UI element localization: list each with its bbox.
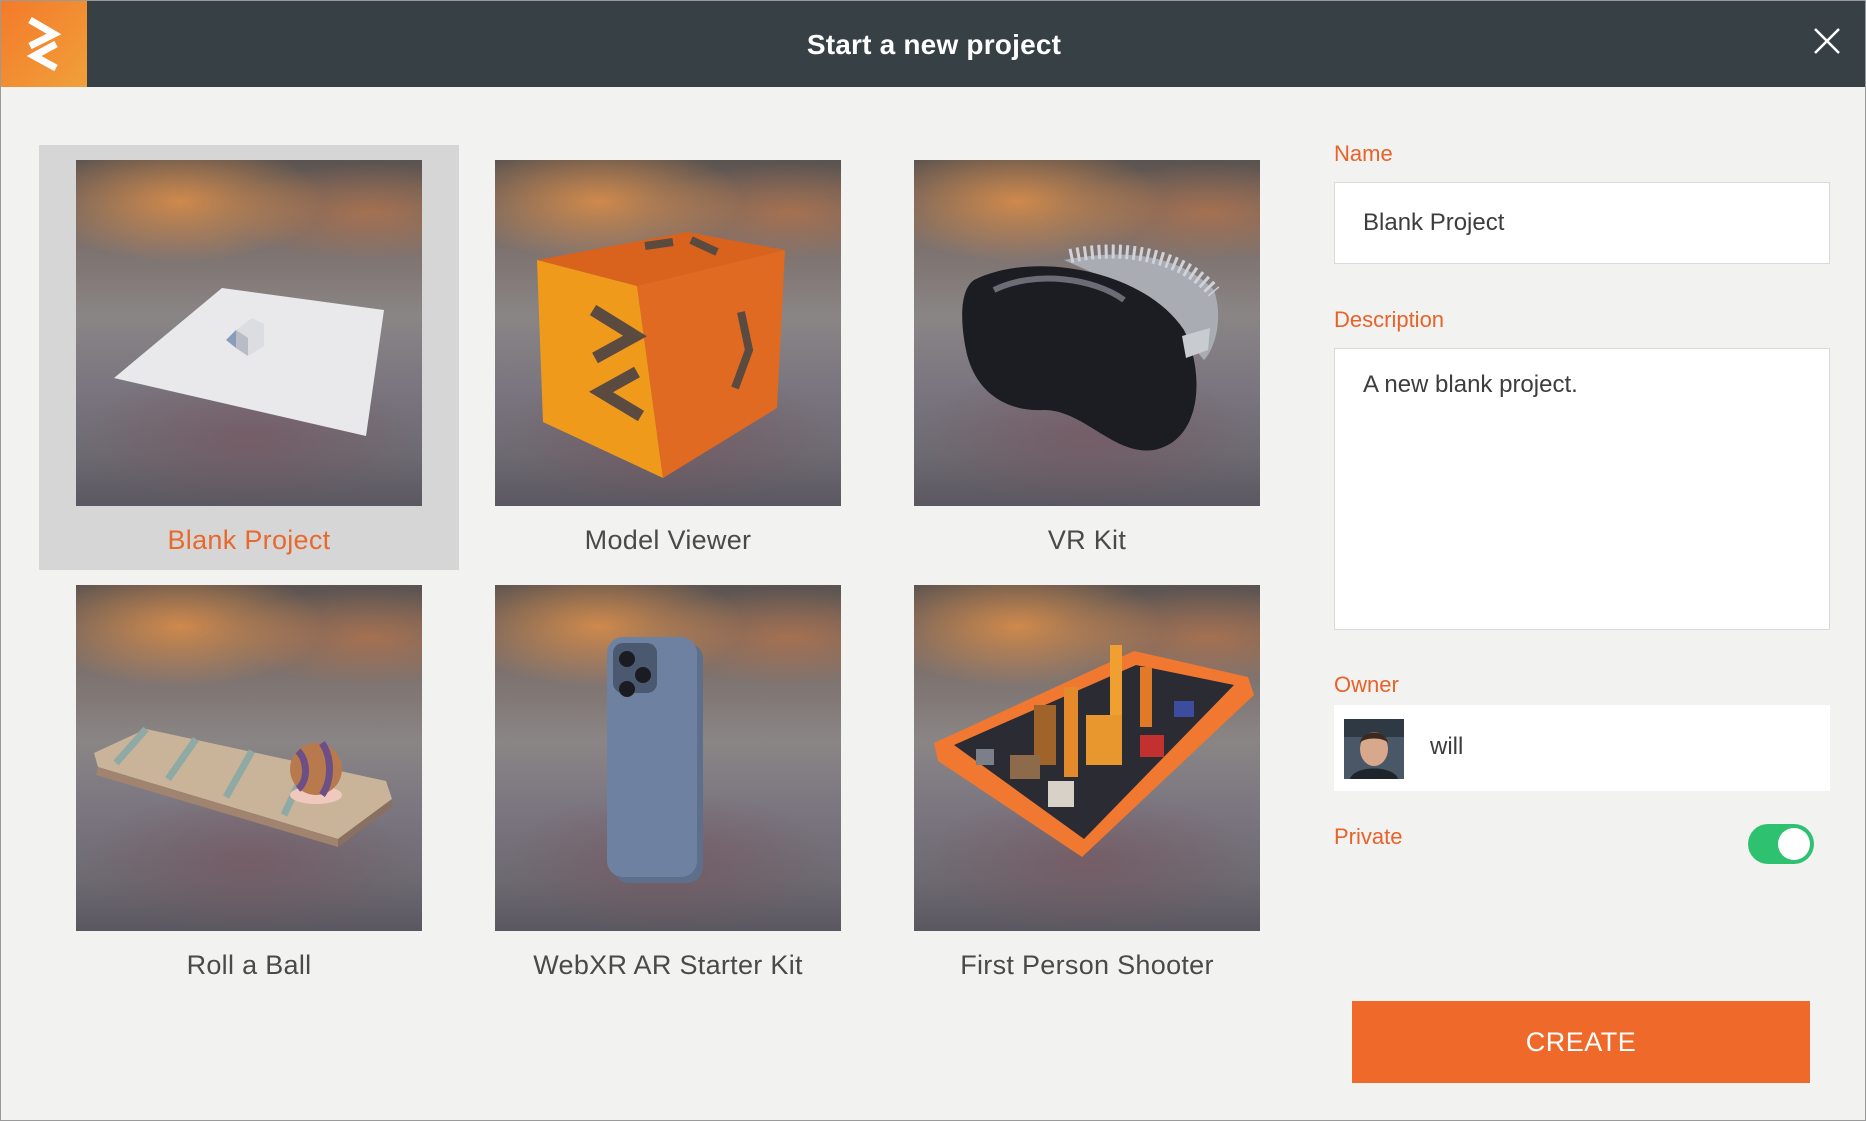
close-button[interactable] bbox=[1807, 21, 1847, 61]
toggle-knob bbox=[1778, 828, 1810, 860]
city-arena-icon bbox=[934, 645, 1254, 857]
template-label: Model Viewer bbox=[584, 525, 752, 555]
new-project-dialog: Start a new project Blank Project Model … bbox=[0, 0, 1866, 1121]
create-button[interactable]: CREATE bbox=[1352, 1001, 1810, 1083]
template-thumbnail bbox=[914, 160, 1260, 506]
name-value: Blank Project bbox=[1363, 209, 1505, 236]
template-label: VR Kit bbox=[1047, 525, 1127, 555]
description-label: Description bbox=[1334, 307, 1445, 332]
dialog-title: Start a new project bbox=[806, 29, 1062, 60]
owner-name: will bbox=[1430, 733, 1464, 760]
blank-plane-icon bbox=[114, 288, 384, 436]
dialog-header: Start a new project bbox=[1, 1, 1865, 87]
private-label: Private bbox=[1334, 824, 1403, 849]
name-field[interactable]: Blank Project bbox=[1334, 182, 1830, 264]
owner-label: Owner bbox=[1334, 672, 1399, 697]
template-thumbnail bbox=[76, 585, 422, 931]
private-toggle[interactable] bbox=[1748, 824, 1814, 864]
template-first-person-shooter[interactable]: First Person Shooter bbox=[877, 570, 1297, 995]
phone-icon bbox=[607, 637, 703, 883]
template-model-viewer[interactable]: Model Viewer bbox=[458, 145, 878, 570]
avatar bbox=[1344, 719, 1404, 779]
description-field[interactable]: A new blank project. bbox=[1334, 348, 1830, 630]
template-label: Blank Project bbox=[167, 525, 331, 555]
template-thumbnail bbox=[495, 160, 841, 506]
template-blank-project[interactable]: Blank Project bbox=[39, 145, 459, 570]
template-label: Roll a Ball bbox=[186, 950, 312, 980]
template-thumbnail bbox=[914, 585, 1260, 931]
owner-field: will bbox=[1334, 705, 1830, 791]
template-webxr-ar-starter-kit[interactable]: WebXR AR Starter Kit bbox=[458, 570, 878, 995]
template-thumbnail bbox=[76, 160, 422, 506]
template-vr-kit[interactable]: VR Kit bbox=[877, 145, 1297, 570]
orange-cube-icon bbox=[537, 232, 785, 478]
close-icon bbox=[1814, 28, 1840, 54]
template-thumbnail bbox=[495, 585, 841, 931]
template-label: WebXR AR Starter Kit bbox=[533, 950, 803, 980]
name-label: Name bbox=[1334, 141, 1393, 166]
user-avatar-icon bbox=[1344, 719, 1404, 779]
template-roll-a-ball[interactable]: Roll a Ball bbox=[39, 570, 459, 995]
ball-track-icon bbox=[94, 726, 392, 847]
description-value: A new blank project. bbox=[1363, 371, 1578, 398]
vr-headset-icon bbox=[962, 244, 1220, 451]
template-label: First Person Shooter bbox=[960, 950, 1214, 980]
